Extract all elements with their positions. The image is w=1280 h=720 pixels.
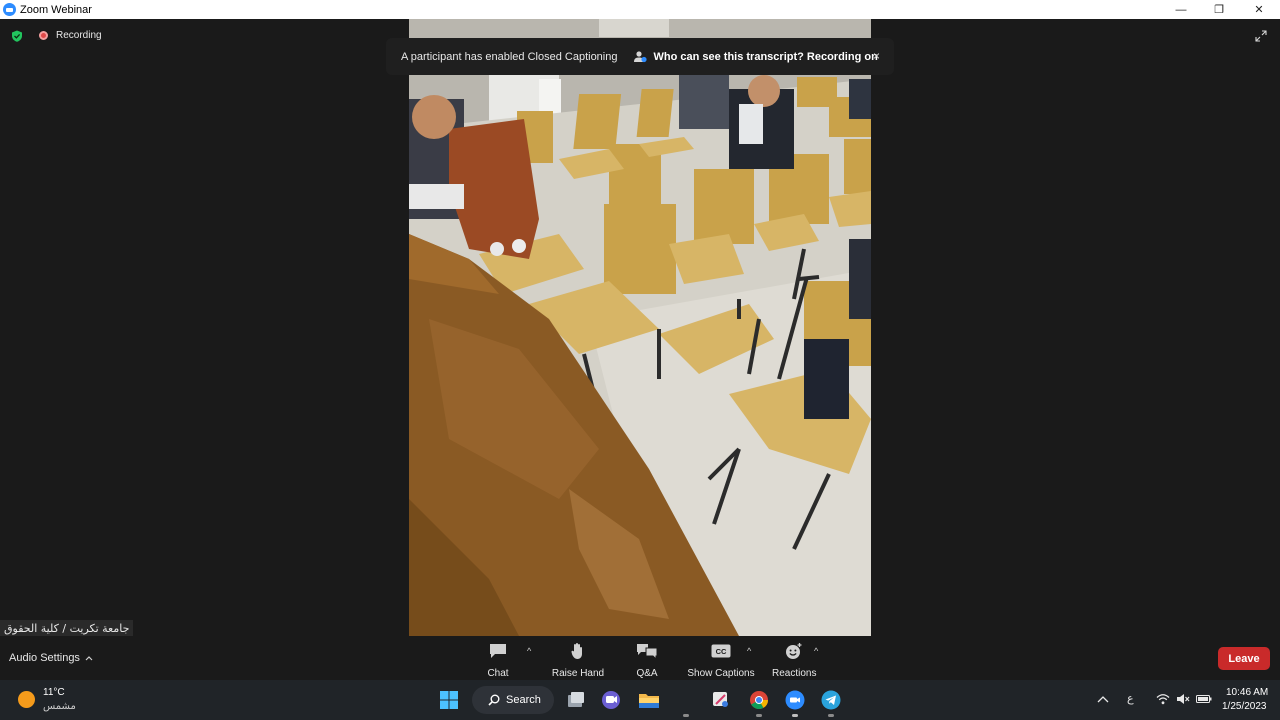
reactions-button[interactable]: Reactions <box>772 642 816 679</box>
weather-sun-icon[interactable] <box>18 691 35 708</box>
teams-chat-icon[interactable] <box>600 689 622 711</box>
clock-date[interactable]: 1/25/2023 <box>1222 701 1267 712</box>
title-bar: Zoom Webinar — ❐ ✕ <box>0 0 1280 19</box>
audio-settings-label: Audio Settings <box>9 652 80 664</box>
zoom-taskbar-icon[interactable] <box>784 689 806 711</box>
chevron-up-icon <box>85 656 93 661</box>
telegram-icon[interactable] <box>820 689 842 711</box>
snipping-glyph-icon <box>713 692 728 707</box>
wifi-icon[interactable] <box>1156 693 1170 705</box>
running-indicator <box>828 714 834 717</box>
weather-temperature[interactable]: 11°C <box>43 687 65 698</box>
recording-label[interactable]: Recording <box>56 30 102 41</box>
snipping-tool-icon[interactable] <box>710 689 732 711</box>
reactions-options-caret[interactable]: ^ <box>814 646 818 656</box>
battery-charging-icon[interactable] <box>1196 693 1212 705</box>
audio-settings-button[interactable]: Audio Settings <box>9 652 93 664</box>
transcript-privacy-icon <box>634 50 648 62</box>
recording-icon <box>39 31 48 40</box>
minimize-button[interactable]: — <box>1161 0 1201 19</box>
show-hidden-icons-icon[interactable] <box>1097 695 1109 703</box>
windows-taskbar: 11°C مشمس Search ع 10:46 AM 1/25/2023 <box>0 680 1280 720</box>
speaker-muted-icon[interactable] <box>1176 693 1190 705</box>
video-feed <box>409 19 871 636</box>
leave-button[interactable]: Leave <box>1218 647 1270 670</box>
windows-logo-icon <box>440 691 458 709</box>
chrome-glyph-icon <box>750 691 768 710</box>
raise-hand-button[interactable]: Raise Hand <box>551 642 605 679</box>
fullscreen-icon[interactable] <box>1255 30 1267 42</box>
meeting-toolbar: Audio Settings Chat ^ Raise Hand Q&A CC … <box>0 636 1280 680</box>
search-icon <box>488 694 500 706</box>
svg-text:CC: CC <box>716 647 727 656</box>
chat-options-caret[interactable]: ^ <box>527 646 531 656</box>
qa-label: Q&A <box>636 668 658 679</box>
file-explorer-icon[interactable] <box>638 689 660 711</box>
running-indicator <box>683 714 689 717</box>
clock-time[interactable]: 10:46 AM <box>1226 687 1268 698</box>
task-view-glyph-icon <box>568 692 584 707</box>
closed-captions-icon: CC <box>711 644 731 658</box>
closed-captioning-notification: A participant has enabled Closed Caption… <box>386 38 894 75</box>
search-label: Search <box>506 694 541 706</box>
reactions-icon <box>786 643 802 659</box>
show-captions-label: Show Captions <box>687 668 755 679</box>
restore-button[interactable]: ❐ <box>1199 0 1239 19</box>
participant-name-tag: جامعة تكريت / كلية الحقوق <box>0 620 134 637</box>
qa-button[interactable]: Q&A <box>636 642 658 679</box>
zoom-webinar-window: Zoom Webinar — ❐ ✕ Recording A participa… <box>0 0 1280 720</box>
encryption-shield-icon[interactable] <box>11 30 23 42</box>
folder-icon <box>639 694 659 708</box>
chrome-icon[interactable] <box>748 689 770 711</box>
running-indicator <box>792 714 798 717</box>
close-notification-button[interactable]: × <box>873 49 880 63</box>
close-window-button[interactable]: ✕ <box>1239 0 1279 19</box>
chat-icon <box>490 644 506 658</box>
transcript-visibility-link[interactable]: Who can see this transcript? Recording o… <box>653 51 877 63</box>
teams-chat-glyph-icon <box>602 691 620 709</box>
telegram-glyph-icon <box>821 690 841 710</box>
zoom-app-icon <box>785 690 805 710</box>
zoom-logo-icon <box>3 3 16 16</box>
captions-options-caret[interactable]: ^ <box>747 646 751 656</box>
show-captions-button[interactable]: CC Show Captions <box>687 642 755 679</box>
input-language-indicator[interactable]: ع <box>1127 692 1134 705</box>
chat-label: Chat <box>487 668 509 679</box>
notification-message: A participant has enabled Closed Caption… <box>401 50 618 63</box>
classroom-video-image <box>409 19 871 636</box>
chat-button[interactable]: Chat <box>487 642 509 679</box>
reactions-label: Reactions <box>772 668 817 679</box>
taskbar-search[interactable]: Search <box>472 686 554 714</box>
window-title: Zoom Webinar <box>20 3 92 16</box>
raise-hand-label: Raise Hand <box>551 668 605 679</box>
windows-start-icon[interactable] <box>438 689 460 711</box>
raise-hand-icon <box>571 643 582 659</box>
qa-icon <box>637 644 658 659</box>
task-view-icon[interactable] <box>565 689 587 711</box>
running-indicator <box>756 714 762 717</box>
weather-condition[interactable]: مشمس <box>43 701 76 712</box>
